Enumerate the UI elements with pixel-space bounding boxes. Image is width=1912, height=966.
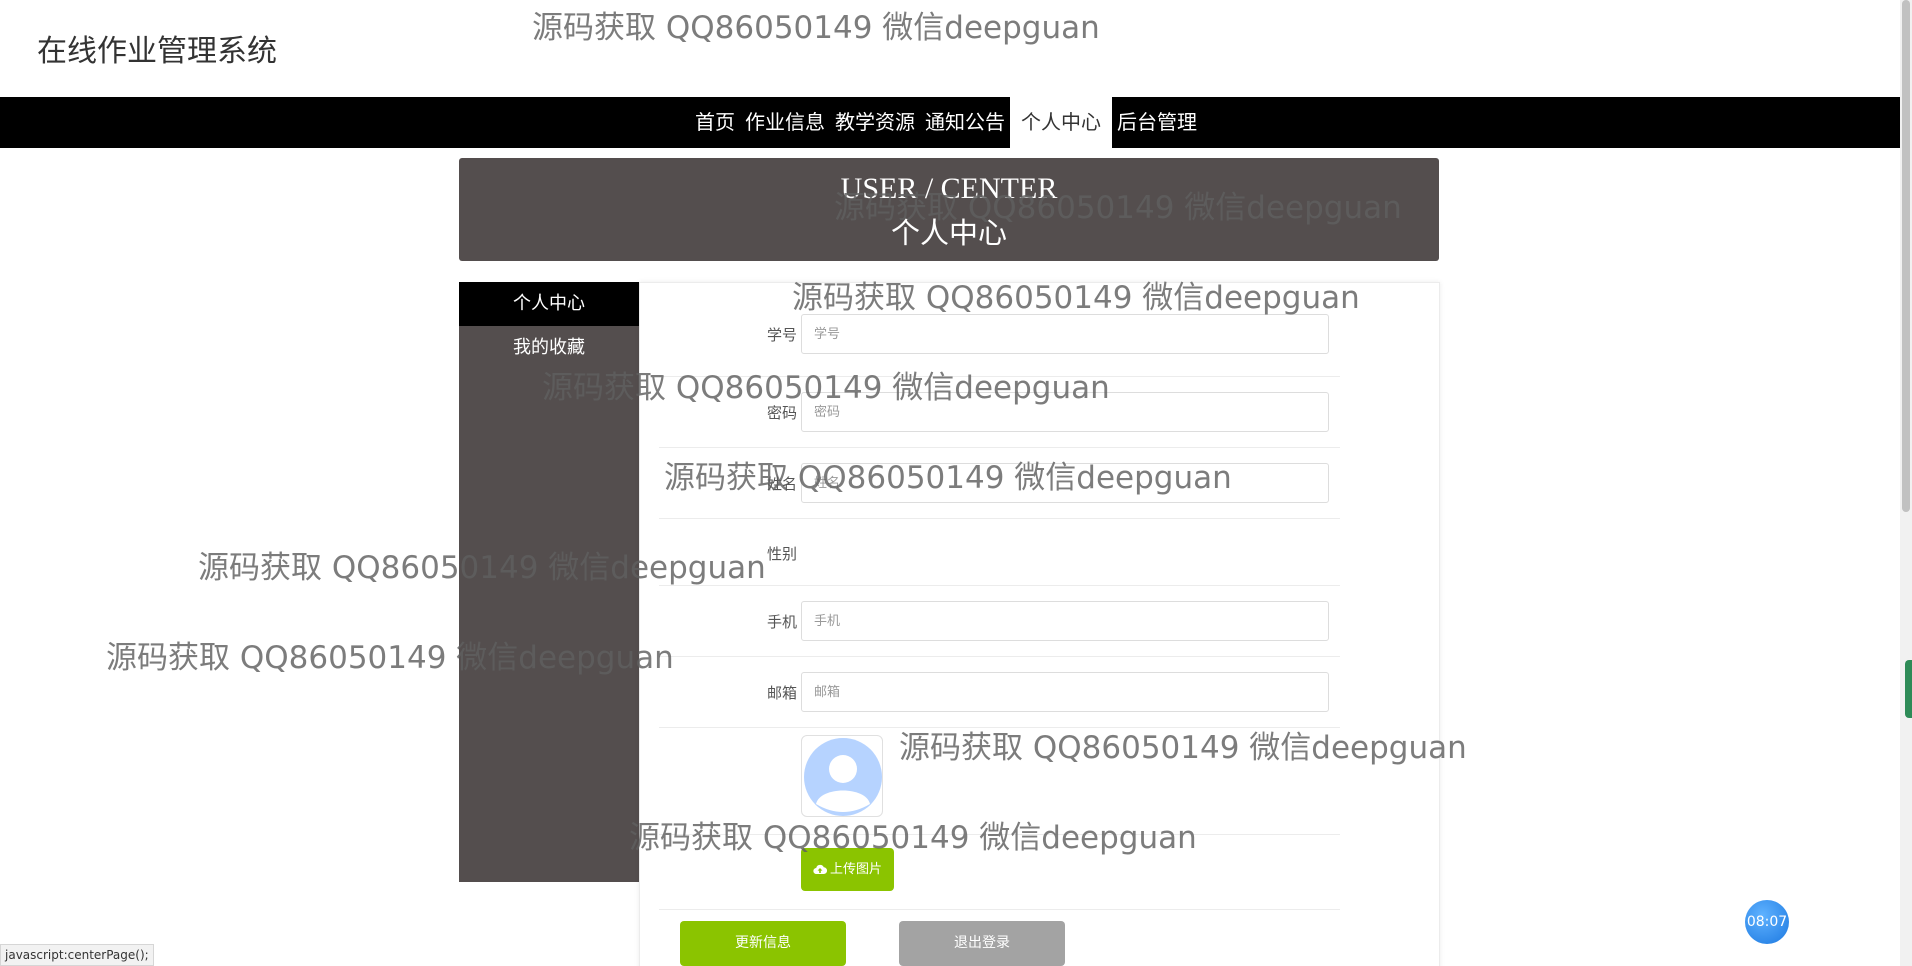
form-row-phone: 手机	[659, 586, 1340, 657]
avatar-preview	[801, 735, 883, 817]
logout-button[interactable]: 退出登录	[899, 921, 1065, 966]
nav-item-notices[interactable]: 通知公告	[920, 97, 1010, 148]
side-float-tab[interactable]	[1905, 660, 1912, 718]
password-label: 密码	[766, 404, 797, 422]
nav-item-resources[interactable]: 教学资源	[830, 97, 920, 148]
page-scrollbar[interactable]	[1900, 0, 1912, 966]
nav-item-admin[interactable]: 后台管理	[1112, 97, 1202, 148]
name-label: 姓名	[766, 475, 797, 493]
form-row-student-id: 学号	[659, 306, 1340, 377]
sidebar: 个人中心 我的收藏	[459, 282, 639, 882]
student-id-input[interactable]	[801, 314, 1329, 354]
watermark-text: 源码获取 QQ86050149 微信deepguan	[532, 10, 1100, 46]
nav-item-homework[interactable]: 作业信息	[740, 97, 830, 148]
form-row-name: 姓名	[659, 448, 1340, 519]
phone-input[interactable]	[801, 601, 1329, 641]
site-title: 在线作业管理系统	[37, 34, 277, 69]
email-label: 邮箱	[766, 684, 797, 702]
email-input[interactable]	[801, 672, 1329, 712]
cloud-upload-icon	[813, 864, 828, 875]
form-row-password: 密码	[659, 377, 1340, 448]
nav-items: 首页 作业信息 教学资源 通知公告 个人中心 后台管理	[690, 97, 1202, 148]
sidebar-item-favorites[interactable]: 我的收藏	[459, 326, 639, 370]
banner-title-en: USER / CENTER	[840, 172, 1058, 205]
form-row-gender: 性别	[659, 519, 1340, 586]
banner-title-zh: 个人中心	[890, 216, 1007, 250]
phone-label: 手机	[766, 613, 797, 631]
nav-item-user-center[interactable]: 个人中心	[1010, 97, 1112, 148]
name-input[interactable]	[801, 463, 1329, 503]
status-bar-link: javascript:centerPage();	[0, 944, 154, 966]
password-input[interactable]	[801, 392, 1329, 432]
top-navbar: 首页 作业信息 教学资源 通知公告 个人中心 后台管理	[0, 97, 1900, 148]
gender-label: 性别	[766, 545, 797, 563]
avatar-placeholder-icon	[804, 738, 882, 816]
scrollbar-thumb[interactable]	[1902, 0, 1910, 512]
upload-button-label: 上传图片	[829, 862, 882, 877]
nav-item-home[interactable]: 首页	[690, 97, 740, 148]
page-banner: USER / CENTER 个人中心	[459, 158, 1439, 261]
profile-form: 学号 密码 姓名 性别 手机 邮箱 上传图片 更新信息 退出登录	[639, 282, 1440, 966]
clock-badge: 08:07	[1745, 900, 1789, 944]
update-info-button[interactable]: 更新信息	[680, 921, 846, 966]
form-row-avatar	[659, 728, 1340, 835]
student-id-label: 学号	[766, 326, 797, 344]
form-row-email: 邮箱	[659, 657, 1340, 728]
upload-image-button[interactable]: 上传图片	[801, 848, 894, 891]
form-row-upload	[659, 835, 1340, 910]
sidebar-item-user-center[interactable]: 个人中心	[459, 282, 639, 326]
